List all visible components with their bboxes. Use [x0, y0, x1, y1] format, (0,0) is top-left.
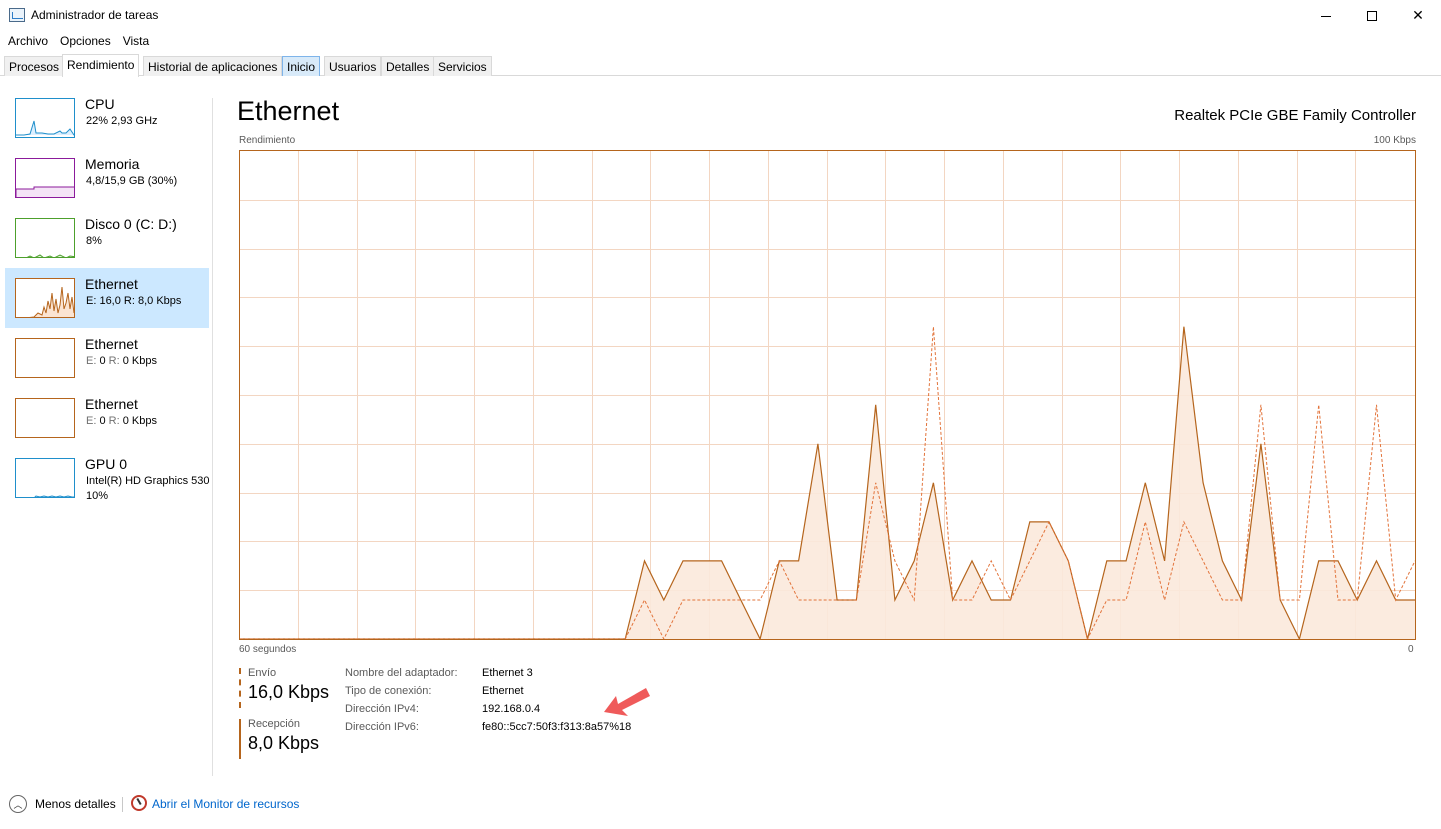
tab-servicios[interactable]: Servicios: [433, 56, 492, 76]
task-manager-icon: [9, 8, 25, 22]
adapter-info: Nombre del adaptador: Ethernet 3 Tipo de…: [345, 667, 631, 739]
send-val: 0: [99, 355, 106, 367]
close-icon: ✕: [1412, 7, 1424, 23]
tab-detalles[interactable]: Detalles: [381, 56, 435, 76]
sidebar-item-memoria[interactable]: Memoria 4,8/15,9 GB (30%): [5, 148, 209, 208]
info-value: Ethernet 3: [482, 667, 533, 679]
sidebar-item-sub: E: 0 R: 0 Kbps: [86, 415, 157, 427]
disk-thumbnail: [15, 218, 75, 258]
graph-label-right: 100 Kbps: [1373, 135, 1416, 146]
memory-thumbnail: [15, 158, 75, 198]
info-row: Dirección IPv6: fe80::5cc7:50f3:f313:8a5…: [345, 721, 631, 739]
sidebar-item-sub: 22% 2,93 GHz: [86, 115, 158, 127]
chevron-up-icon[interactable]: ︿: [9, 795, 27, 813]
recv-prefix: R:: [108, 415, 120, 427]
send-value: 16,0 Kbps: [248, 682, 330, 702]
sidebar-item-label: Memoria: [85, 156, 140, 172]
graph-label-left: Rendimiento: [239, 135, 296, 146]
tab-historial[interactable]: Historial de aplicaciones: [143, 56, 283, 76]
sidebar-item-sub: 4,8/15,9 GB (30%): [86, 175, 178, 187]
sidebar-item-label: CPU: [85, 96, 115, 112]
sidebar-item-sub2: 10%: [86, 490, 109, 502]
sidebar-item-gpu[interactable]: GPU 0 Intel(R) HD Graphics 530 10%: [5, 448, 210, 508]
throughput-graph: [239, 150, 1416, 640]
tab-rendimiento[interactable]: Rendimiento: [62, 54, 140, 77]
sidebar-item-ethernet-2[interactable]: Ethernet E: 0 R: 0 Kbps: [5, 328, 209, 388]
minimize-button[interactable]: [1303, 0, 1349, 31]
resource-monitor-link[interactable]: Abrir el Monitor de recursos: [152, 797, 299, 811]
sidebar-item-label: GPU 0: [85, 456, 128, 472]
recv-label: Recepción: [248, 718, 300, 730]
recv-prefix: R:: [108, 355, 120, 367]
send-stat: Envío 16,0 Kbps: [239, 667, 329, 703]
send-val: 0: [99, 415, 106, 427]
info-key: Dirección IPv4:: [345, 703, 419, 715]
recv-value: 8,0 Kbps: [248, 733, 320, 753]
tab-bar: Procesos Rendimiento Historial de aplica…: [0, 54, 1441, 77]
info-key: Tipo de conexión:: [345, 685, 432, 697]
maximize-button[interactable]: [1349, 0, 1395, 31]
page-title: Ethernet: [237, 96, 340, 126]
close-button[interactable]: ✕: [1395, 0, 1441, 31]
menu-archivo[interactable]: Archivo: [0, 31, 52, 51]
info-value: Ethernet: [482, 685, 524, 697]
cpu-thumbnail: [15, 98, 75, 138]
info-row: Dirección IPv4: 192.168.0.4: [345, 703, 631, 721]
tab-inicio[interactable]: Inicio: [282, 56, 321, 76]
device-name: Realtek PCIe GBE Family Controller: [1174, 107, 1416, 124]
sidebar-item-cpu[interactable]: CPU 22% 2,93 GHz: [5, 88, 209, 148]
title-bar: Administrador de tareas ✕: [0, 0, 1441, 31]
info-value: fe80::5cc7:50f3:f313:8a57%18: [482, 721, 632, 733]
sidebar-item-disco[interactable]: Disco 0 (C: D:) 8%: [5, 208, 209, 268]
info-row: Nombre del adaptador: Ethernet 3: [345, 667, 631, 685]
sidebar-item-ethernet-3[interactable]: Ethernet E: 0 R: 0 Kbps: [5, 388, 209, 448]
ethernet-thumbnail: [15, 338, 75, 378]
send-label: Envío: [248, 667, 277, 679]
sidebar-item-sub: Intel(R) HD Graphics 530: [86, 475, 210, 487]
sidebar-item-sub: E: 16,0 R: 8,0 Kbps: [86, 295, 182, 307]
sidebar-divider: [212, 98, 213, 776]
info-key: Dirección IPv6:: [345, 721, 419, 733]
recv-stat: Recepción 8,0 Kbps: [239, 718, 319, 754]
send-prefix: E:: [86, 355, 97, 367]
tab-procesos[interactable]: Procesos: [4, 56, 65, 76]
sidebar-item-sub: 8%: [86, 235, 102, 247]
menu-vista[interactable]: Vista: [115, 31, 153, 51]
graph-zero-label: 0: [1408, 644, 1414, 655]
sidebar-item-label: Disco 0 (C: D:): [85, 216, 177, 232]
footer-divider: [122, 797, 123, 812]
menu-opciones[interactable]: Opciones: [52, 31, 115, 51]
sidebar-item-sub: E: 0 R: 0 Kbps: [86, 355, 157, 367]
ethernet-thumbnail: [15, 278, 75, 318]
info-row: Tipo de conexión: Ethernet: [345, 685, 631, 703]
minimize-icon: [1321, 16, 1331, 17]
menu-bar: Archivo Opciones Vista: [0, 31, 153, 51]
throughput-chart: [240, 151, 1415, 639]
annotation-arrow-icon: [604, 688, 650, 716]
tab-usuarios[interactable]: Usuarios: [324, 56, 382, 76]
graph-time-label: 60 segundos: [239, 644, 297, 655]
sidebar-item-label: Ethernet: [85, 336, 138, 352]
gpu-thumbnail: [15, 458, 75, 498]
recv-val: 0 Kbps: [122, 415, 157, 427]
send-prefix: E:: [86, 415, 97, 427]
info-key: Nombre del adaptador:: [345, 667, 458, 679]
recv-val: 0 Kbps: [122, 355, 157, 367]
sidebar-item-label: Ethernet: [85, 276, 138, 292]
sidebar-item-label: Ethernet: [85, 396, 138, 412]
window-title: Administrador de tareas: [31, 8, 159, 22]
resource-monitor-icon[interactable]: [131, 795, 147, 811]
ethernet-thumbnail: [15, 398, 75, 438]
info-value: 192.168.0.4: [482, 703, 541, 715]
maximize-icon: [1367, 10, 1377, 21]
less-details-button[interactable]: Menos detalles: [35, 797, 116, 811]
sidebar-item-ethernet-active[interactable]: Ethernet E: 16,0 R: 8,0 Kbps: [5, 268, 209, 328]
